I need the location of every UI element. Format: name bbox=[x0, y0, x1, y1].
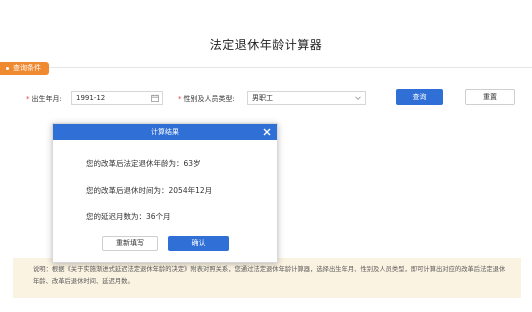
search-button[interactable]: 查询 bbox=[396, 89, 443, 105]
reset-button[interactable]: 重置 bbox=[465, 89, 515, 105]
retirement-time-result: 您的改革后退休时间为：2054年12月 bbox=[86, 186, 213, 195]
dialog-header: 计算结果 bbox=[53, 124, 277, 140]
bullet-icon bbox=[6, 66, 9, 70]
person-type-label-text: 性别及人员类型: bbox=[183, 95, 235, 103]
calendar-icon[interactable] bbox=[151, 94, 159, 102]
required-mark: * bbox=[26, 95, 30, 103]
refill-button[interactable]: 重新填写 bbox=[102, 236, 158, 251]
person-type-label: * 性别及人员类型: bbox=[178, 92, 235, 106]
result-dialog: 计算结果 您的改革后法定退休年龄为：63岁 您的改革后退休时间为：2054年12… bbox=[52, 123, 278, 263]
birth-date-label: * 出生年月: bbox=[26, 92, 62, 106]
chevron-down-icon bbox=[355, 96, 361, 100]
close-icon[interactable] bbox=[263, 128, 271, 136]
retirement-age-result: 您的改革后法定退休年龄为：63岁 bbox=[86, 159, 201, 168]
required-mark: * bbox=[178, 95, 182, 103]
birth-date-value: 1991-12 bbox=[76, 94, 106, 102]
dialog-title: 计算结果 bbox=[151, 128, 179, 136]
page-title: 法定退休年龄计算器 bbox=[209, 38, 323, 52]
title-divider bbox=[0, 67, 532, 68]
query-conditions-tab: 查询条件 bbox=[0, 62, 49, 75]
confirm-button[interactable]: 确认 bbox=[168, 236, 229, 251]
query-tab-label: 查询条件 bbox=[13, 64, 41, 72]
delay-months-result: 您的延迟月数为：36个月 bbox=[86, 212, 171, 221]
notice-text: 说明：根据《关于实施渐进式延迟法定退休年龄的决定》附表对照关系，您通过法定退休年… bbox=[33, 266, 506, 285]
birth-date-input[interactable]: 1991-12 bbox=[71, 91, 163, 105]
person-type-value: 男职工 bbox=[252, 94, 273, 102]
person-type-select[interactable]: 男职工 bbox=[247, 91, 366, 105]
notice-box: 说明：根据《关于实施渐进式延迟法定退休年龄的决定》附表对照关系，您通过法定退休年… bbox=[13, 258, 521, 298]
birth-date-label-text: 出生年月: bbox=[31, 95, 62, 103]
